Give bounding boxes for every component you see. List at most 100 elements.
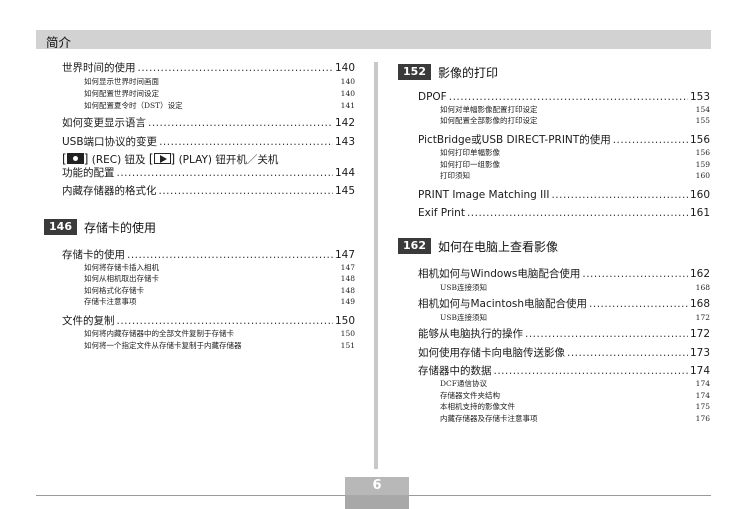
toc-subentry[interactable]: 如何从相机取出存储卡 148	[84, 274, 355, 284]
toc-subentry[interactable]: USB连接须知 172	[440, 313, 710, 323]
toc-subentry-page: 150	[340, 329, 355, 338]
toc-subentry[interactable]: 存储卡注意事项 149	[84, 297, 355, 307]
toc-subentry-page: 140	[340, 77, 355, 86]
toc-subentry[interactable]: 如何显示世界时间画面 140	[84, 77, 355, 87]
section-title: 存储卡的使用	[84, 220, 157, 235]
page-number-tab: 6	[345, 477, 409, 509]
rec-button-label: (REC) 钮及	[91, 154, 146, 166]
toc-subentry[interactable]: 如何打印一组影像 159	[440, 160, 710, 170]
toc-subentry[interactable]: DCF通信协议 174	[440, 379, 710, 389]
leader-dots	[449, 91, 688, 104]
toc-subentry-page: 174	[695, 379, 710, 388]
toc-entry-title: 文件的复制	[62, 315, 115, 327]
camera-icon	[66, 153, 84, 164]
toc-entry-title: 功能的配置	[62, 167, 115, 179]
toc-entry-title: 存储卡的使用	[62, 249, 125, 261]
toc-entry-page: 162	[689, 268, 710, 280]
toc-entry-macintosh[interactable]: 相机如何与Macintosh电脑配合使用 168	[418, 298, 710, 311]
toc-entry-page: 142	[334, 117, 355, 129]
toc-subentry-page: 149	[340, 297, 355, 306]
leader-dots	[589, 298, 688, 311]
toc-subentry-title: USB连接须知	[440, 283, 487, 292]
toc-subentry-title: DCF通信协议	[440, 379, 487, 388]
toc-subentry-page: 174	[695, 391, 710, 400]
toc-entry-dpof[interactable]: DPOF 153	[418, 91, 710, 104]
column-divider	[374, 62, 378, 469]
toc-subentry-page: 141	[340, 101, 355, 110]
toc-subentry-title: 如何对单幅影像配置打印设定	[440, 105, 538, 114]
toc-entry-title: USB端口协议的变更	[62, 136, 158, 148]
toc-entry-computer-operations[interactable]: 能够从电脑执行的操作 172	[418, 328, 710, 341]
toc-subentry[interactable]: 内藏存储器及存储卡注意事项 176	[440, 414, 710, 424]
toc-subentry-title: 如何打印单幅影像	[440, 148, 500, 157]
toc-entry-memory-data[interactable]: 存储器中的数据 174	[418, 365, 710, 378]
header-title: 简介	[46, 35, 72, 50]
leader-dots	[148, 117, 333, 130]
toc-subentry[interactable]: 如何将存储卡插入相机 147	[84, 263, 355, 273]
toc-entry-display-language[interactable]: 如何变更显示语言 142	[62, 117, 355, 130]
toc-subentry-title: 如何将内藏存储器中的全部文件复制于存储卡	[84, 329, 234, 338]
toc-subentry[interactable]: 如何打印单幅影像 156	[440, 148, 710, 158]
leader-dots	[467, 207, 688, 220]
section-heading-146[interactable]: 146 存储卡的使用	[44, 219, 156, 235]
toc-entry-card-transfer[interactable]: 如何使用存储卡向电脑传送影像 173	[418, 347, 710, 360]
toc-subentry-title: USB连接须知	[440, 313, 487, 322]
toc-subentry-page: 147	[340, 263, 355, 272]
toc-subentry-page: 172	[695, 313, 710, 322]
toc-subentry[interactable]: 如何配置世界时间设定 140	[84, 89, 355, 99]
toc-subentry-title: 如何将一个指定文件从存储卡复制于内藏存储器	[84, 341, 242, 350]
leader-dots	[117, 315, 333, 328]
leader-dots	[117, 167, 333, 180]
section-title: 如何在电脑上查看影像	[438, 239, 559, 254]
toc-entry-page: 173	[689, 347, 710, 359]
toc-subentry[interactable]: 存储器文件夹结构 174	[440, 391, 710, 401]
toc-subentry-page: 148	[340, 274, 355, 283]
toc-entry-print-image-matching[interactable]: PRINT Image Matching III 160	[418, 189, 710, 202]
section-number: 162	[398, 238, 431, 254]
toc-entry-file-copy[interactable]: 文件的复制 150	[62, 315, 355, 328]
toc-subentry[interactable]: 如何将一个指定文件从存储卡复制于内藏存储器 151	[84, 341, 355, 351]
toc-entry-page: 161	[689, 207, 710, 219]
toc-subentry-title: 本相机支持的影像文件	[440, 402, 515, 411]
toc-subentry-title: 如何配置全部影像的打印设定	[440, 116, 538, 125]
toc-entry-page: 160	[689, 189, 710, 201]
toc-entry-pictbridge[interactable]: PictBridge或USB DIRECT-PRINT的使用 156	[418, 134, 710, 147]
toc-subentry[interactable]: 如何配置夏令时（DST）设定 141	[84, 101, 355, 111]
leader-dots	[613, 134, 688, 147]
toc-subentry-page: 154	[695, 105, 710, 114]
toc-entry-windows[interactable]: 相机如何与Windows电脑配合使用 162	[418, 268, 710, 281]
leader-dots	[567, 347, 688, 360]
toc-subentry[interactable]: 如何配置全部影像的打印设定 155	[440, 116, 710, 126]
toc-subentry[interactable]: 打印须知 160	[440, 171, 710, 181]
toc-subentry-page: 168	[695, 283, 710, 292]
toc-entry-power-on-off[interactable]: 功能的配置 144	[62, 167, 355, 180]
toc-entry-title: 如何使用存储卡向电脑传送影像	[418, 347, 565, 359]
footer-rule-left	[36, 495, 345, 496]
toc-entry-title: 内藏存储器的格式化	[62, 185, 157, 197]
section-heading-162[interactable]: 162 如何在电脑上查看影像	[398, 238, 558, 254]
toc-entry-memory-card[interactable]: 存储卡的使用 147	[62, 249, 355, 262]
toc-subentry-page: 160	[695, 171, 710, 180]
toc-subentry[interactable]: USB连接须知 168	[440, 283, 710, 293]
toc-subentry[interactable]: 本相机支持的影像文件 175	[440, 402, 710, 412]
toc-entry-usb-protocol[interactable]: USB端口协议的变更 143	[62, 136, 355, 149]
toc-entry-exif-print[interactable]: Exif Print 161	[418, 207, 710, 220]
toc-entry-page: 156	[689, 134, 710, 146]
toc-entry-page: 150	[334, 315, 355, 327]
leader-dots	[551, 189, 687, 202]
toc-entry-format-memory[interactable]: 内藏存储器的格式化 145	[62, 185, 355, 198]
toc-subentry[interactable]: 如何将内藏存储器中的全部文件复制于存储卡 150	[84, 329, 355, 339]
toc-subentry-title: 打印须知	[440, 171, 470, 180]
section-number: 146	[44, 219, 77, 235]
section-heading-152[interactable]: 152 影像的打印	[398, 64, 498, 80]
toc-subentry-title: 内藏存储器及存储卡注意事项	[440, 414, 538, 423]
toc-subentry[interactable]: 如何对单幅影像配置打印设定 154	[440, 105, 710, 115]
toc-subentry-page: 155	[695, 116, 710, 125]
toc-entry-world-time[interactable]: 世界时间的使用 140	[62, 62, 355, 75]
toc-entry-power-on-off-line1: [] (REC) 钮及 [] (PLAY) 钮开机／关机	[62, 152, 279, 167]
toc-subentry-page: 159	[695, 160, 710, 169]
toc-entry-title: Exif Print	[418, 207, 465, 219]
toc-subentry-page: 156	[695, 148, 710, 157]
toc-subentry[interactable]: 如何格式化存储卡 148	[84, 286, 355, 296]
toc-entry-title: 存储器中的数据	[418, 365, 492, 377]
